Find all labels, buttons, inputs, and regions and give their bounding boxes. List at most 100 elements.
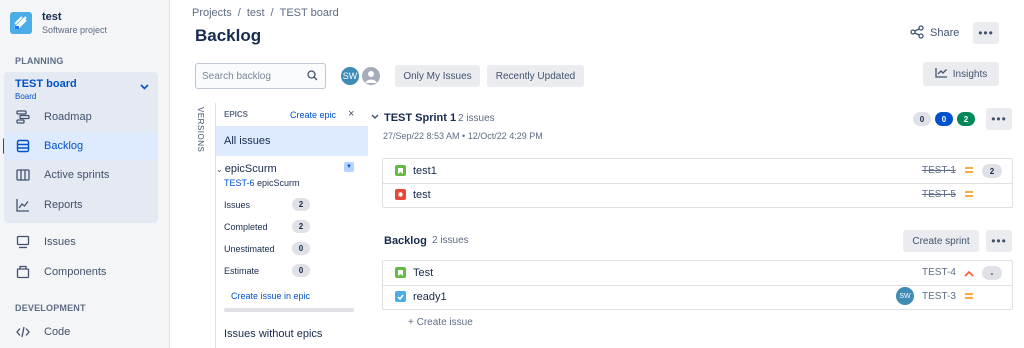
- sidebar-item-reports[interactable]: Reports: [4, 191, 158, 219]
- issue-key[interactable]: TEST-1: [922, 165, 956, 176]
- share-button[interactable]: Share: [910, 24, 959, 42]
- more-actions-button[interactable]: •••: [973, 22, 999, 44]
- epic-dropdown-icon[interactable]: ▼: [344, 162, 354, 172]
- sidebar-item-label: Roadmap: [44, 111, 92, 123]
- project-type: Software project: [42, 25, 108, 35]
- epic-stat-value: 2: [292, 220, 310, 233]
- epic-name: epicScurm: [224, 163, 277, 175]
- status-count-done: 2: [957, 112, 975, 126]
- epic-item[interactable]: ⌄ epicScurm: [216, 163, 277, 175]
- issues-icon: [16, 235, 30, 249]
- sidebar-item-code[interactable]: Code: [4, 318, 158, 346]
- sidebar-item-label: Reports: [44, 199, 83, 211]
- insights-icon: [935, 67, 948, 81]
- priority-medium-icon: [964, 291, 974, 303]
- create-epic-link[interactable]: Create epic: [290, 110, 336, 120]
- status-count-in-progress: 0: [935, 112, 953, 126]
- epic-key-name: epicScurm: [257, 178, 300, 188]
- epic-stat-value: 0: [292, 264, 310, 277]
- sprint-title[interactable]: TEST Sprint 1: [384, 112, 456, 124]
- insights-label: Insights: [952, 68, 988, 80]
- issues-without-epics-filter[interactable]: Issues without epics: [224, 328, 322, 340]
- issue-summary: test: [413, 189, 431, 201]
- breadcrumb-board[interactable]: TEST board: [280, 7, 339, 19]
- sidebar-item-label: Active sprints: [44, 169, 110, 181]
- active-sprints-icon: [16, 168, 30, 182]
- table-row[interactable]: test1 TEST-1 2: [383, 159, 1012, 183]
- versions-tab[interactable]: VERSIONS: [194, 107, 214, 157]
- breadcrumb: Projects / test / TEST board: [192, 7, 345, 19]
- code-icon: [16, 325, 30, 339]
- planning-section-label: PLANNING: [15, 56, 64, 66]
- issue-key[interactable]: TEST-5: [922, 189, 956, 200]
- scrollbar[interactable]: [224, 308, 354, 312]
- epic-key: TEST-6: [224, 178, 255, 188]
- sidebar-item-roadmap[interactable]: Roadmap: [4, 103, 158, 131]
- share-icon: [910, 24, 924, 42]
- unassigned-avatar-icon[interactable]: [360, 65, 382, 87]
- epics-heading: EPICS: [224, 110, 249, 119]
- priority-medium-icon: [964, 165, 974, 177]
- issue-summary: ready1: [413, 291, 447, 303]
- priority-medium-icon: [964, 189, 974, 201]
- reports-icon: [16, 198, 30, 212]
- table-row[interactable]: Test TEST-4 -: [383, 261, 1012, 285]
- chevron-down-icon[interactable]: ⌄: [216, 165, 223, 174]
- create-sprint-button[interactable]: Create sprint: [903, 230, 979, 252]
- create-issue-button[interactable]: + Create issue: [408, 317, 473, 328]
- issue-key[interactable]: TEST-4: [922, 267, 956, 278]
- insights-button[interactable]: Insights: [923, 62, 999, 86]
- epic-key-line[interactable]: TEST-6 epicScurm: [224, 178, 300, 188]
- search-icon: [307, 70, 318, 84]
- sprint-more-button[interactable]: •••: [986, 108, 1012, 130]
- backlog-more-button[interactable]: •••: [986, 230, 1012, 252]
- sidebar-item-backlog[interactable]: Backlog: [4, 132, 158, 160]
- breadcrumb-separator: /: [237, 7, 241, 19]
- share-label: Share: [930, 27, 960, 39]
- development-section-label: DEVELOPMENT: [15, 303, 86, 313]
- assignee-avatar[interactable]: SW: [896, 287, 914, 305]
- avatar[interactable]: SW: [339, 65, 361, 87]
- all-issues-label: All issues: [224, 135, 271, 147]
- page-title: Backlog: [195, 26, 262, 45]
- create-issue-in-epic-link[interactable]: Create issue in epic: [231, 291, 310, 301]
- sprint-issue-count: 2 issues: [458, 113, 495, 124]
- sidebar-item-label: Backlog: [44, 140, 84, 152]
- backlog-icon: [16, 139, 30, 153]
- sidebar-item-components[interactable]: Components: [4, 258, 158, 286]
- project-name[interactable]: test: [42, 11, 62, 23]
- sidebar: test Software project PLANNING TEST boar…: [0, 0, 170, 348]
- filter-only-my-issues[interactable]: Only My Issues: [395, 65, 480, 87]
- close-icon[interactable]: ×: [348, 108, 354, 120]
- filter-recently-updated[interactable]: Recently Updated: [487, 65, 584, 87]
- estimate-badge[interactable]: -: [982, 266, 1002, 280]
- project-avatar-icon[interactable]: [10, 12, 32, 34]
- issue-summary: test1: [413, 165, 437, 177]
- chevron-down-icon[interactable]: [140, 82, 149, 92]
- story-icon: [395, 165, 406, 176]
- status-count-todo: 0: [913, 112, 931, 126]
- search-input[interactable]: Search backlog: [195, 63, 326, 89]
- sidebar-item-label: Components: [44, 266, 107, 278]
- backlog-title[interactable]: Backlog: [384, 235, 427, 247]
- chevron-down-icon[interactable]: [371, 113, 379, 122]
- all-issues-filter[interactable]: All issues: [216, 126, 368, 156]
- epic-stat-label: Unestimated: [224, 244, 275, 254]
- sidebar-item-label: Issues: [44, 236, 76, 248]
- backlog-issue-count: 2 issues: [432, 235, 469, 246]
- breadcrumb-projects[interactable]: Projects: [192, 7, 232, 19]
- breadcrumb-project[interactable]: test: [247, 7, 265, 19]
- breadcrumb-separator: /: [270, 7, 274, 19]
- story-icon: [395, 267, 406, 278]
- search-placeholder: Search backlog: [202, 71, 271, 82]
- issue-key[interactable]: TEST-3: [922, 291, 956, 302]
- table-row[interactable]: ready1 SW TEST-3: [383, 285, 1012, 309]
- board-selector[interactable]: TEST board: [15, 78, 77, 90]
- sprint-dates: 27/Sep/22 8:53 AM • 12/Oct/22 4:29 PM: [383, 131, 543, 141]
- table-row[interactable]: test TEST-5: [383, 183, 1012, 207]
- sidebar-item-active-sprints[interactable]: Active sprints: [4, 161, 158, 189]
- epic-stat-label: Issues: [224, 200, 251, 210]
- estimate-badge[interactable]: 2: [982, 164, 1002, 178]
- sidebar-item-issues[interactable]: Issues: [4, 228, 158, 256]
- issue-summary: Test: [413, 267, 434, 279]
